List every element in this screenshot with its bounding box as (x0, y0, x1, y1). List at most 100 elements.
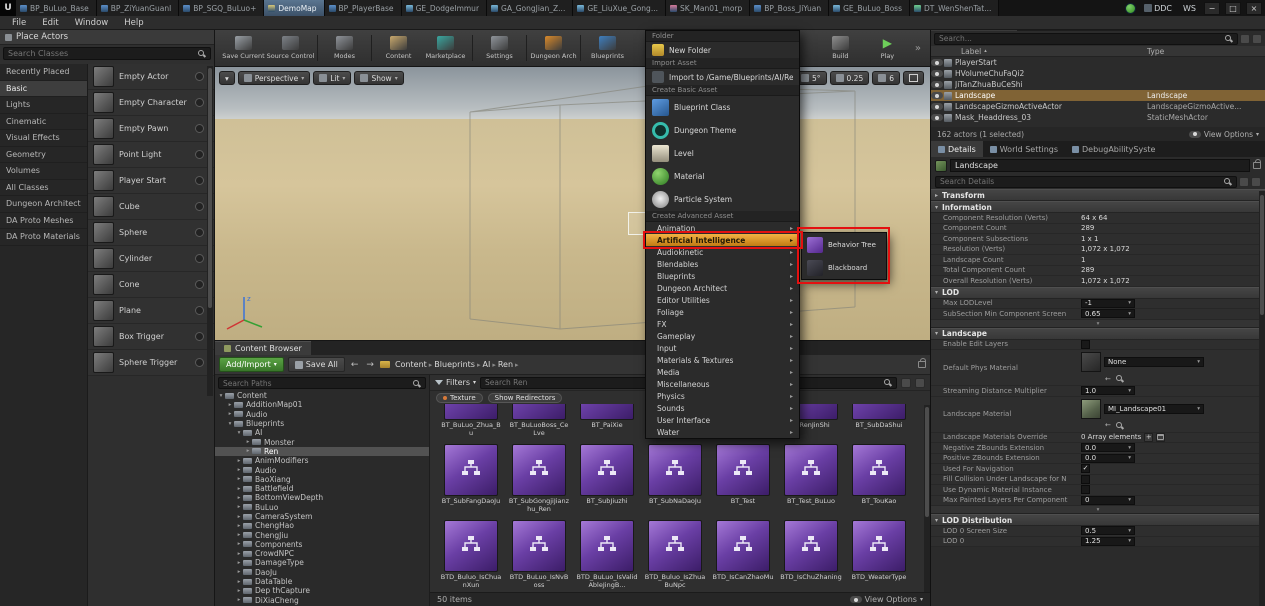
section-lod-distribution[interactable]: ▾ LOD Distribution (931, 514, 1265, 526)
visibility-eye-icon[interactable] (931, 70, 943, 77)
asset-bt-test-buluo[interactable]: BT_Test_BuLuo (780, 444, 842, 506)
toolbar-settings-button[interactable]: Settings (476, 31, 523, 65)
menu-item-media[interactable]: Media ▸ (646, 366, 799, 378)
outliner-row-playerstart[interactable]: PlayerStart (931, 57, 1265, 68)
asset-dropdown[interactable]: None ▾ (1104, 357, 1204, 367)
checkbox[interactable] (1081, 485, 1090, 495)
folder-monster[interactable]: ▸ Monster (215, 437, 429, 447)
checkbox[interactable] (1081, 339, 1090, 349)
section-transform[interactable]: ▸ Transform (931, 189, 1265, 201)
editor-tab-bp-boss-jiyuan[interactable]: BP_Boss_JiYuan (750, 0, 830, 16)
category-geometry[interactable]: Geometry (0, 147, 87, 163)
value-spinbox[interactable]: 0.0 ▾ (1081, 453, 1135, 463)
asset-bt-subjiuzhi[interactable]: BT_SubJiuzhi (576, 444, 638, 506)
visibility-eye-icon[interactable] (931, 81, 943, 88)
viewport[interactable]: z ▾Perspective▾Lit▾Show▾ 55°0.256 (215, 67, 930, 340)
toolbar-save-current-button[interactable]: Save Current (220, 31, 267, 65)
scrollbar-thumb[interactable] (1260, 195, 1264, 315)
value-spinbox[interactable]: 0.0 ▾ (1081, 443, 1135, 453)
display-filter-icon[interactable] (1251, 176, 1261, 187)
folder-bottomviewdepth[interactable]: ▸ BottomViewDepth (215, 493, 429, 502)
menu-item-fx[interactable]: FX ▸ (646, 318, 799, 330)
asset-bt-subnadaoju[interactable]: BT_SubNaDaoJu (644, 444, 706, 506)
section-information[interactable]: ▾ Information (931, 201, 1265, 213)
viewport-lit-button[interactable]: Lit ▾ (313, 71, 352, 85)
asset-btd-buluo-isvalidablejingb[interactable]: BTD_BuLuo_IsValidAbleJingB... (576, 520, 638, 589)
editor-tab-demomap[interactable]: DemoMap (264, 0, 325, 16)
folder-audio[interactable]: ▸ Audio (215, 410, 429, 419)
find-icon[interactable] (1115, 374, 1124, 383)
outliner-column-header[interactable]: Label ▴ Type (931, 46, 1265, 57)
menu-item-water[interactable]: Water ▸ (646, 426, 799, 438)
minimize-button[interactable]: − (1204, 1, 1220, 15)
editor-tab-bp-playerbase[interactable]: BP_PlayerBase (324, 0, 402, 16)
viewport-scale-snap-icon[interactable]: 0.25 (829, 71, 870, 85)
outliner-row-mask-headdress-03[interactable]: Mask_Headdress_03 StaticMeshActor (931, 112, 1265, 123)
browse-to-icon[interactable]: ← (1105, 421, 1111, 429)
outliner-row-jitanzhuabuceshi[interactable]: JiTanZhuaBuCeShi (931, 79, 1265, 90)
toolbar-build-button[interactable]: Build (817, 31, 864, 65)
asset-bt-buluoboss-celve[interactable]: BT_BuLuoBoss_CeLve (508, 404, 570, 437)
menu-item-particle-system[interactable]: Particle System (646, 188, 799, 211)
menu-item-audiokinetic[interactable]: Audiokinetic ▸ (646, 246, 799, 258)
viewport-show-button[interactable]: Show ▾ (354, 71, 404, 85)
viewport-maximize-button[interactable] (903, 71, 924, 85)
tree-expand-arrow-icon[interactable]: ▾ (235, 430, 243, 436)
tree-expand-arrow-icon[interactable]: ▸ (235, 569, 243, 575)
folder-damagetype[interactable]: ▸ DamageType (215, 558, 429, 567)
menu-item-miscellaneous[interactable]: Miscellaneous ▸ (646, 378, 799, 390)
tree-expand-arrow-icon[interactable]: ▸ (235, 551, 243, 557)
editor-tab-bp-buluo-base[interactable]: BP_BuLuo_Base (16, 0, 97, 16)
asset-bt-subdashui[interactable]: BT_SubDaShui (848, 404, 910, 430)
place-actor-cone[interactable]: Cone (88, 272, 214, 298)
property-matrix-icon[interactable] (1239, 176, 1249, 187)
menu-item-new-folder[interactable]: New Folder (646, 42, 799, 58)
asset-bt-buluo-zhua-bu[interactable]: BT_BuLuo_Zhua_Bu (440, 404, 502, 437)
editor-tab-bp-sgq-buluo[interactable]: BP_SGQ_BuLuo+ (179, 0, 265, 16)
tree-expand-arrow-icon[interactable]: ▸ (235, 467, 243, 473)
asset-btd-ischuzhaning[interactable]: BTD_IsChuZhaning (780, 520, 842, 582)
folder-animmodifiers[interactable]: ▸ AnimModifiers (215, 456, 429, 465)
folder-datatable[interactable]: ▸ DataTable (215, 577, 429, 586)
delete-elements-icon[interactable] (1156, 432, 1166, 442)
ddc-button[interactable]: DDC (1141, 4, 1175, 13)
outliner-row-hvolumechufaqi2[interactable]: HVolumeChuFaQi2 (931, 68, 1265, 79)
place-actor-cube[interactable]: Cube (88, 194, 214, 220)
category-da-proto-materials[interactable]: DA Proto Materials (0, 229, 87, 246)
filter-chip-texture[interactable]: Texture (436, 392, 483, 403)
value-spinbox[interactable]: 0.65 ▾ (1081, 309, 1135, 319)
details-scrollbar[interactable] (1259, 191, 1265, 606)
filter-icon[interactable] (1240, 33, 1250, 44)
value-spinbox[interactable]: -1 ▾ (1081, 298, 1135, 308)
settings-icon[interactable] (915, 377, 925, 388)
status-green-icon[interactable] (1125, 2, 1137, 14)
breadcrumb-ren[interactable]: Ren (497, 360, 514, 369)
folder-blueprints[interactable]: ▾ Blueprints (215, 419, 429, 428)
place-actor-player-start[interactable]: Player Start (88, 168, 214, 194)
toolbar-blueprints-button[interactable]: Blueprints (584, 31, 631, 65)
menu-item-material[interactable]: Material (646, 165, 799, 188)
visibility-eye-icon[interactable] (931, 114, 943, 121)
back-button[interactable]: ← (349, 360, 361, 370)
find-icon[interactable] (1115, 421, 1124, 430)
forward-button[interactable]: → (364, 360, 376, 370)
category-volumes[interactable]: Volumes (0, 163, 87, 180)
visibility-eye-icon[interactable] (931, 103, 943, 110)
selected-object-name[interactable]: Landscape (950, 159, 1250, 172)
content-browser-tab[interactable]: Content Browser (215, 341, 311, 355)
menu-item-blueprints[interactable]: Blueprints ▸ (646, 270, 799, 282)
value-spinbox[interactable]: 1.25 ▾ (1081, 536, 1135, 546)
place-actor-empty-character[interactable]: Empty Character (88, 90, 214, 116)
toolbar-dungeon-arch-button[interactable]: Dungeon Arch (530, 31, 577, 65)
scrollbar-thumb[interactable] (208, 68, 212, 308)
search-details-input[interactable]: Search Details (935, 175, 1237, 188)
tree-expand-arrow-icon[interactable]: ▸ (235, 588, 243, 594)
search-classes-input[interactable]: Search Classes (3, 47, 211, 60)
menu-item-materials-textures[interactable]: Materials & Textures ▸ (646, 354, 799, 366)
tree-expand-arrow-icon[interactable]: ▸ (235, 541, 243, 547)
tree-expand-arrow-icon[interactable]: ▸ (235, 532, 243, 538)
category-visual-effects[interactable]: Visual Effects (0, 130, 87, 147)
folder-chenghao[interactable]: ▸ ChengHao (215, 521, 429, 530)
asset-bt-subfangdaoju[interactable]: BT_SubFangDaoJu (440, 444, 502, 506)
editor-tab-ge-buluo-boss[interactable]: GE_BuLuo_Boss (829, 0, 910, 16)
